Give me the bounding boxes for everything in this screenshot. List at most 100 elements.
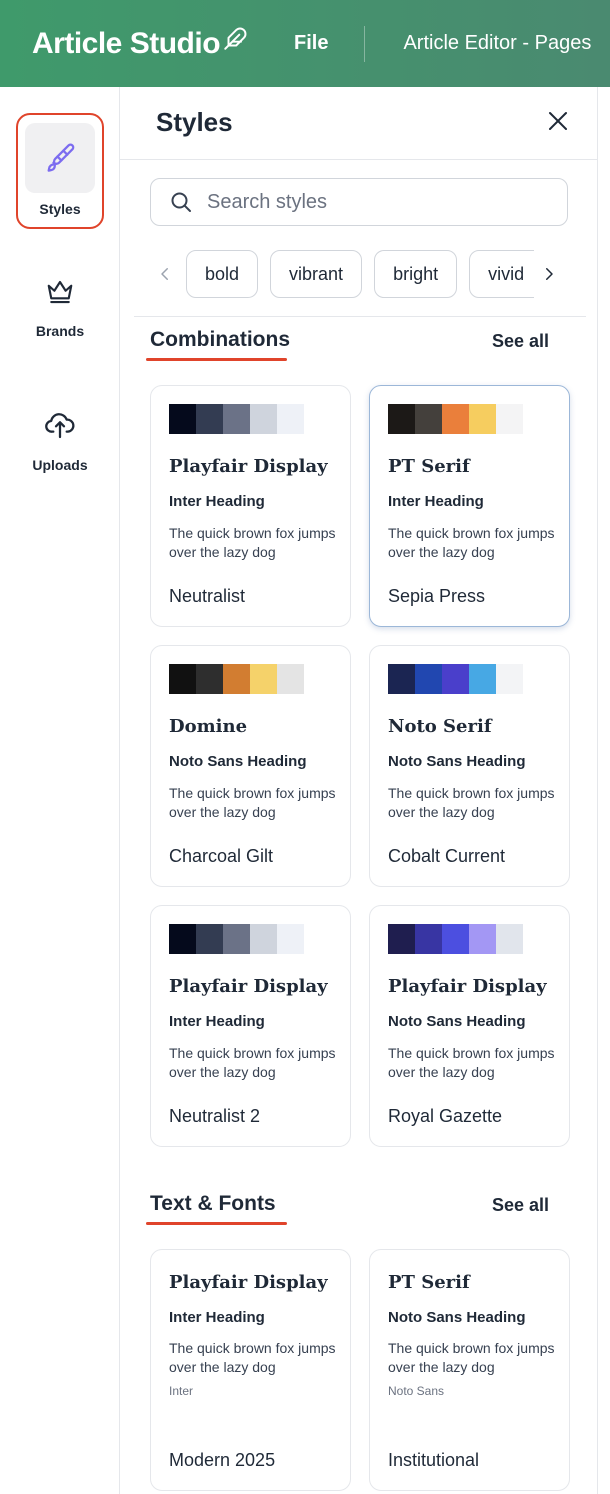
chips-prev-button[interactable]: [150, 250, 180, 298]
card-style-name: Neutralist 2: [169, 1106, 261, 1126]
file-menu[interactable]: File: [294, 32, 328, 55]
app-logo-text: Article Studio: [32, 26, 221, 60]
card-heading-font: Noto Sans Heading: [388, 1013, 526, 1030]
card-heading-font: Inter Heading: [169, 1309, 265, 1326]
chips-next-button[interactable]: [534, 250, 564, 298]
color-palette: [169, 924, 304, 954]
section-underline: [146, 358, 287, 361]
color-swatch: [442, 924, 469, 954]
color-palette: [169, 404, 304, 434]
app-logo[interactable]: Article Studio: [32, 27, 248, 61]
close-icon[interactable]: [546, 109, 570, 133]
color-swatch: [469, 924, 496, 954]
search-box[interactable]: [150, 178, 568, 226]
card-style-name: Cobalt Current: [388, 846, 506, 866]
card-font-caption: Inter: [169, 1384, 194, 1398]
card-font-name: Playfair Display: [169, 1272, 328, 1293]
color-swatch: [250, 404, 277, 434]
panel-header: Styles: [120, 87, 598, 160]
card-heading-font: Noto Sans Heading: [169, 753, 307, 770]
card-style-name: Royal Gazette: [388, 1106, 503, 1126]
color-swatch: [277, 404, 304, 434]
card-font-name: PT Serif: [388, 1272, 470, 1293]
card-sample-text: The quick brown fox jumps over the lazy …: [169, 1340, 336, 1375]
rail-item-label: Uploads: [32, 457, 88, 473]
color-palette: [169, 664, 304, 694]
divider: [134, 316, 586, 317]
card-heading-font: Inter Heading: [169, 493, 265, 510]
tag-chip[interactable]: vivid: [469, 250, 534, 298]
card-style-name: Neutralist: [169, 586, 246, 606]
card-heading-font: Noto Sans Heading: [388, 1309, 526, 1326]
card-style-name: Modern 2025: [169, 1450, 276, 1470]
card-sample-text: The quick brown fox jumps over the lazy …: [169, 1045, 336, 1080]
color-swatch: [223, 924, 250, 954]
see-all-text-fonts-link[interactable]: See all: [492, 1195, 549, 1216]
style-combination-card[interactable]: Playfair Display Noto Sans Heading The qui…: [369, 905, 570, 1147]
paintbrush-icon: [47, 143, 75, 172]
style-combination-card[interactable]: PT Serif Inter Heading The quick brown fox…: [369, 385, 570, 627]
color-swatch: [223, 404, 250, 434]
style-combination-card[interactable]: Noto Serif Noto Sans Heading The quick bro…: [369, 645, 570, 887]
rail-item-label: Styles: [39, 201, 81, 217]
color-swatch: [388, 404, 415, 434]
rail-item-styles-tile: [25, 123, 95, 193]
see-all-combinations-link[interactable]: See all: [492, 331, 549, 352]
card-font-name: PT Serif: [388, 456, 470, 477]
card-sample-text: The quick brown fox jumps over the lazy …: [388, 525, 555, 560]
card-sample-text: The quick brown fox jumps over the lazy …: [388, 1340, 555, 1375]
color-swatch: [469, 664, 496, 694]
card-sample-text: The quick brown fox jumps over the lazy …: [169, 785, 336, 820]
chevron-left-icon: [161, 268, 168, 280]
color-swatch: [250, 924, 277, 954]
card-style-name: Sepia Press: [388, 586, 486, 606]
text-font-card[interactable]: Playfair Display Inter Heading The quick b…: [150, 1249, 351, 1491]
color-swatch: [169, 664, 196, 694]
tag-chip[interactable]: vibrant: [270, 250, 363, 298]
color-swatch: [469, 404, 496, 434]
card-heading-font: Noto Sans Heading: [388, 753, 526, 770]
text-font-card[interactable]: PT Serif Noto Sans Heading The quick brown…: [369, 1249, 570, 1491]
card-sample-text: The quick brown fox jumps over the lazy …: [388, 785, 555, 820]
panel-title: Styles: [156, 107, 233, 137]
tag-chip[interactable]: bright: [374, 250, 458, 298]
search-input[interactable]: [207, 190, 527, 214]
styles-panel: Styles bold vibrant bright vivid Combina…: [120, 87, 598, 1494]
top-bar: Article Studio File Article Editor - Pag…: [0, 0, 610, 87]
document-title[interactable]: Article Editor - Pages: [403, 32, 591, 55]
rail-item-styles[interactable]: Styles: [16, 113, 104, 229]
card-style-name: Charcoal Gilt: [169, 846, 274, 866]
color-swatch: [277, 664, 304, 694]
style-combination-card[interactable]: Domine Noto Sans Heading The quick brown f…: [150, 645, 351, 887]
color-swatch: [196, 404, 223, 434]
card-font-caption: Noto Sans: [388, 1384, 445, 1398]
header-divider: [364, 25, 366, 62]
card-font-name: Domine: [169, 716, 248, 737]
color-swatch: [415, 924, 442, 954]
color-palette: [388, 664, 523, 694]
rail-item-uploads[interactable]: Uploads: [0, 409, 120, 473]
color-swatch: [496, 664, 523, 694]
style-combination-card[interactable]: Playfair Display Inter Heading The quick b…: [150, 905, 351, 1147]
section-title-text-fonts: Text & Fonts: [150, 1192, 276, 1215]
color-swatch: [388, 924, 415, 954]
search-icon: [171, 192, 191, 212]
color-swatch: [415, 404, 442, 434]
color-swatch: [169, 924, 196, 954]
crown-icon: [47, 280, 73, 304]
card-font-name: Noto Serif: [388, 716, 492, 737]
cloud-upload-icon: [45, 413, 75, 439]
card-heading-font: Inter Heading: [169, 1013, 265, 1030]
color-swatch: [277, 924, 304, 954]
color-swatch: [223, 664, 250, 694]
color-swatch: [250, 664, 277, 694]
chevron-right-icon: [546, 268, 553, 280]
tag-chip[interactable]: bold: [186, 250, 259, 298]
rail-item-brands[interactable]: Brands: [0, 277, 120, 339]
color-swatch: [196, 664, 223, 694]
color-palette: [388, 924, 523, 954]
card-font-name: Playfair Display: [169, 456, 328, 477]
style-combination-card[interactable]: Playfair Display Inter Heading The quick b…: [150, 385, 351, 627]
card-heading-font: Inter Heading: [388, 493, 484, 510]
card-sample-text: The quick brown fox jumps over the lazy …: [169, 525, 336, 560]
